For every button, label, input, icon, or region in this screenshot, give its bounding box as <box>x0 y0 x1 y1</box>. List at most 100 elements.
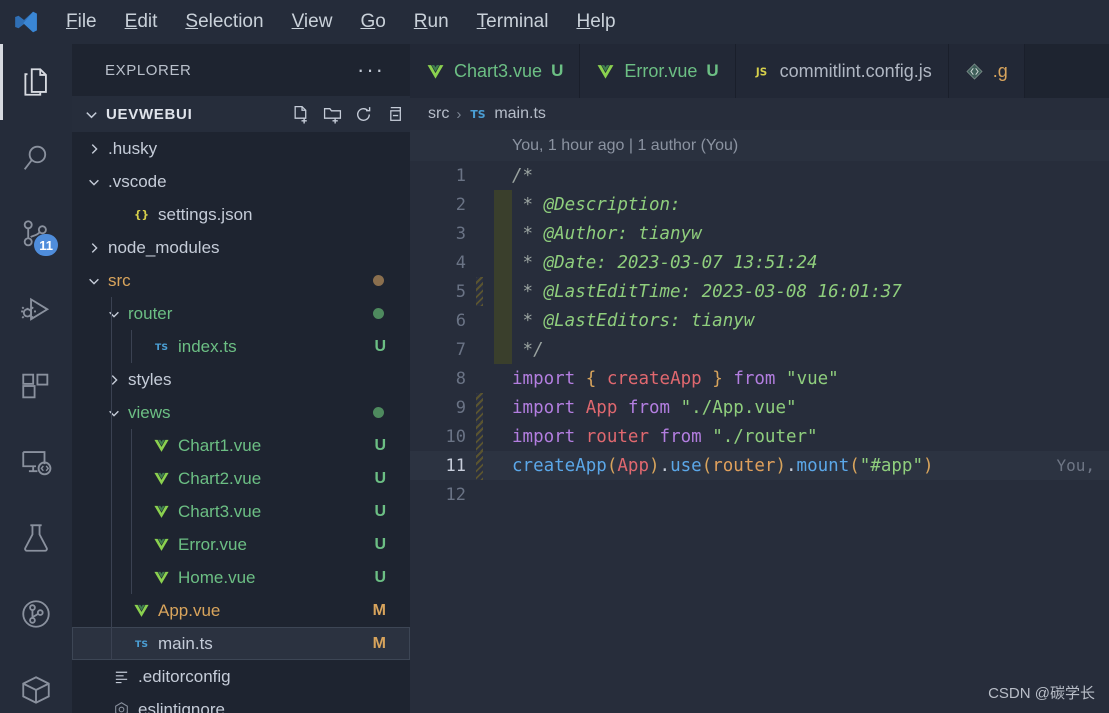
tree-file[interactable]: App.vue M <box>72 594 410 627</box>
tree-folder[interactable]: styles <box>72 363 410 396</box>
menu-help[interactable]: Help <box>562 0 629 44</box>
refresh-icon[interactable] <box>354 105 373 124</box>
extensions-icon <box>19 369 53 403</box>
eslint-icon <box>106 701 136 713</box>
activity-item-testing[interactable] <box>0 500 72 576</box>
tree-folder[interactable]: src <box>72 264 410 297</box>
menu-selection[interactable]: Selection <box>171 0 277 44</box>
code-line[interactable]: 3 * @Author: tianyw <box>410 219 1109 248</box>
activity-item-package-manager[interactable] <box>0 652 72 713</box>
tree-folder[interactable]: router <box>72 297 410 330</box>
code-text: * @Date: 2023-03-07 13:51:24 <box>512 252 818 273</box>
vue-icon <box>146 569 176 586</box>
line-number: 5 <box>455 281 466 302</box>
menu-file[interactable]: File <box>52 0 111 44</box>
tree-folder[interactable]: node_modules <box>72 231 410 264</box>
tree-file[interactable]: Home.vue U <box>72 561 410 594</box>
folder-change-dot <box>373 407 384 418</box>
editor-tab[interactable]: Error.vue U <box>580 44 736 98</box>
activity-item-source-control[interactable]: 11 <box>0 196 72 272</box>
remote-explorer-icon <box>19 445 53 479</box>
tree-file[interactable]: Chart2.vue U <box>72 462 410 495</box>
line-number: 6 <box>455 310 466 331</box>
tree-folder[interactable]: .husky <box>72 132 410 165</box>
menu-bar: File Edit Selection View Go Run Terminal Help <box>52 0 630 44</box>
activity-item-search[interactable] <box>0 120 72 196</box>
code-line[interactable]: 8 import { createApp } from "vue" <box>410 364 1109 393</box>
tree-file[interactable]: Chart1.vue U <box>72 429 410 462</box>
editor-tab-status-badge: U <box>551 61 564 80</box>
tree-file[interactable]: {} settings.json <box>72 198 410 231</box>
activity-item-remote-explorer[interactable] <box>0 424 72 500</box>
git-status-badge: U <box>374 568 386 586</box>
code-line[interactable]: 9 import App from "./App.vue" <box>410 393 1109 422</box>
editorconfig-icon <box>106 668 136 685</box>
editor-tab[interactable]: Chart3.vue U <box>410 44 581 98</box>
menu-terminal[interactable]: Terminal <box>463 0 563 44</box>
watermark: CSDN @碳学长 <box>988 685 1095 702</box>
menu-run[interactable]: Run <box>400 0 463 44</box>
breadcrumb-item[interactable]: src <box>428 105 449 123</box>
line-number: 11 <box>445 455 466 476</box>
editor-tab-label: .g <box>992 60 1008 81</box>
editor-tab[interactable]: .g <box>948 44 1025 98</box>
code-line[interactable]: 4 * @Date: 2023-03-07 13:51:24 <box>410 248 1109 277</box>
explorer-more-actions-button[interactable]: ··· <box>357 59 410 81</box>
editor-tab-label: Error.vue <box>624 60 698 81</box>
code-line[interactable]: 10 import router from "./router" <box>410 422 1109 451</box>
code-editor[interactable]: You, 1 hour ago | 1 author (You) 1 /* 2 * … <box>410 130 1109 713</box>
ts-icon: TS <box>468 104 488 124</box>
vue-icon <box>146 470 176 487</box>
tree-file[interactable]: Error.vue U <box>72 528 410 561</box>
tree-file[interactable]: TS index.ts U <box>72 330 410 363</box>
line-number: 4 <box>455 252 466 273</box>
tree-indent-guide <box>131 429 132 594</box>
tree-file[interactable]: .editorconfig <box>72 660 410 693</box>
activity-item-explorer[interactable] <box>0 44 72 120</box>
editor-tab[interactable]: JS commitlint.config.js <box>735 44 949 98</box>
code-line[interactable]: 12 <box>410 480 1109 509</box>
code-line[interactable]: 11 createApp(App).use(router).mount("#app… <box>410 451 1109 480</box>
code-text: createApp(App).use(router).mount("#app") <box>512 455 934 476</box>
tree-item-label: settings.json <box>158 204 253 224</box>
beaker-icon <box>19 521 53 555</box>
code-line[interactable]: 6 * @LastEditors: tianyw <box>410 306 1109 335</box>
inline-blame-annotation: You, <box>1056 456 1095 475</box>
activity-item-git-graph[interactable] <box>0 576 72 652</box>
new-file-icon[interactable] <box>292 105 311 124</box>
vue-icon <box>146 437 176 454</box>
activity-item-run-debug[interactable] <box>0 272 72 348</box>
tree-item-label: App.vue <box>158 600 221 620</box>
editor-tab-label: commitlint.config.js <box>779 60 932 81</box>
vue-icon <box>146 503 176 520</box>
tree-file[interactable]: Chart3.vue U <box>72 495 410 528</box>
collapse-all-icon[interactable] <box>385 105 404 124</box>
new-folder-icon[interactable] <box>323 105 342 124</box>
block-comment-highlight <box>494 306 512 335</box>
tree-item-label: views <box>128 402 171 422</box>
code-line[interactable]: 1 /* <box>410 161 1109 190</box>
code-line[interactable]: 7 */ <box>410 335 1109 364</box>
tree-folder[interactable]: views <box>72 396 410 429</box>
code-line[interactable]: 5 * @LastEditTime: 2023-03-08 16:01:37 <box>410 277 1109 306</box>
tree-file[interactable]: TS main.ts M <box>72 627 410 660</box>
svg-text:TS: TS <box>471 108 486 121</box>
tree-file[interactable]: eslintignore <box>72 693 410 713</box>
workspace-folder-header[interactable]: UEVWEBUI <box>72 96 410 132</box>
folder-change-dot <box>373 275 384 286</box>
explorer-header: EXPLORER ··· <box>72 44 410 96</box>
menu-edit[interactable]: Edit <box>111 0 172 44</box>
menu-go[interactable]: Go <box>346 0 399 44</box>
chevron-down-icon <box>82 175 106 189</box>
breadcrumb-item[interactable]: TS main.ts <box>468 104 546 124</box>
tree-folder[interactable]: .vscode <box>72 165 410 198</box>
block-comment-highlight <box>494 335 512 364</box>
code-line[interactable]: 2 * @Description: <box>410 190 1109 219</box>
tree-item-label: .editorconfig <box>138 666 231 686</box>
line-number: 10 <box>445 426 466 447</box>
menu-view[interactable]: View <box>278 0 347 44</box>
line-number: 9 <box>455 397 466 418</box>
block-comment-highlight <box>494 248 512 277</box>
vue-icon <box>146 536 176 553</box>
activity-item-extensions[interactable] <box>0 348 72 424</box>
